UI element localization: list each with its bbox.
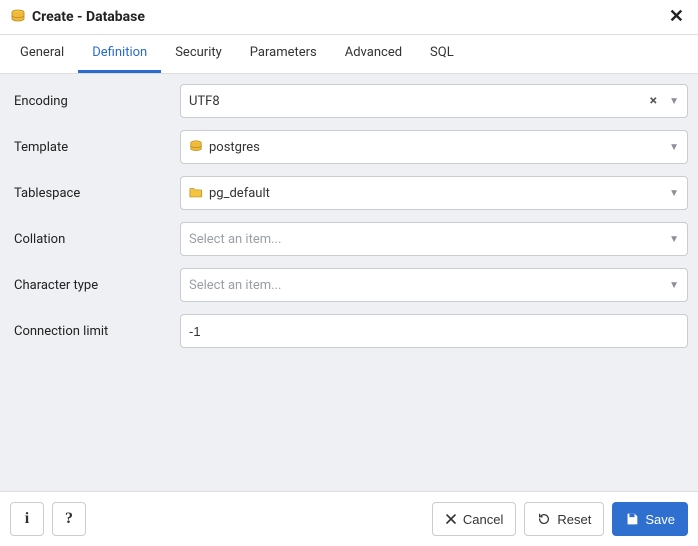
reset-label: Reset [557,512,591,527]
tablespace-select[interactable]: pg_default ▼ [180,176,688,210]
ctype-placeholder: Select an item... [189,278,663,293]
close-icon[interactable]: ✕ [665,8,688,26]
tablespace-value: pg_default [209,186,270,201]
tabs-bar: General Definition Security Parameters A… [0,35,698,74]
close-icon [445,513,457,525]
row-template: Template postgres ▼ [10,130,688,164]
folder-icon [189,186,203,200]
label-encoding: Encoding [10,94,180,109]
tab-advanced[interactable]: Advanced [331,35,416,73]
dialog-titlebar: Create - Database ✕ [0,0,698,35]
database-icon [189,140,203,154]
row-collation: Collation Select an item... ▼ [10,222,688,256]
tab-parameters[interactable]: Parameters [236,35,331,73]
chevron-down-icon: ▼ [669,142,679,153]
connlimit-input[interactable] [189,324,679,339]
row-ctype: Character type Select an item... ▼ [10,268,688,302]
help-button[interactable]: ? [52,502,86,536]
tab-general[interactable]: General [6,35,78,73]
save-button[interactable]: Save [612,502,688,536]
chevron-down-icon: ▼ [669,96,679,107]
chevron-down-icon: ▼ [669,188,679,199]
label-ctype: Character type [10,278,180,293]
tab-definition[interactable]: Definition [78,35,161,73]
encoding-select[interactable]: UTF8 × ▼ [180,84,688,118]
dialog-footer: i ? Cancel Reset Save [0,491,698,546]
row-encoding: Encoding UTF8 × ▼ [10,84,688,118]
help-icon: ? [65,510,73,528]
tab-sql[interactable]: SQL [416,35,468,73]
reset-button[interactable]: Reset [524,502,604,536]
chevron-down-icon: ▼ [669,280,679,291]
label-tablespace: Tablespace [10,186,180,201]
encoding-value: UTF8 [189,94,650,109]
dialog-title: Create - Database [32,9,145,25]
save-icon [625,512,639,526]
collation-placeholder: Select an item... [189,232,663,247]
row-connlimit: Connection limit [10,314,688,348]
info-icon: i [25,510,29,528]
template-value: postgres [209,140,260,155]
database-icon [10,9,26,25]
label-template: Template [10,140,180,155]
clear-icon[interactable]: × [650,93,657,109]
reset-icon [537,512,551,526]
connlimit-input-wrap [180,314,688,348]
chevron-down-icon: ▼ [669,234,679,245]
tab-security[interactable]: Security [161,35,236,73]
row-tablespace: Tablespace pg_default ▼ [10,176,688,210]
cancel-button[interactable]: Cancel [432,502,516,536]
cancel-label: Cancel [463,512,503,527]
save-label: Save [645,512,675,527]
ctype-select[interactable]: Select an item... ▼ [180,268,688,302]
info-button[interactable]: i [10,502,44,536]
collation-select[interactable]: Select an item... ▼ [180,222,688,256]
template-select[interactable]: postgres ▼ [180,130,688,164]
label-collation: Collation [10,232,180,247]
label-connlimit: Connection limit [10,324,180,339]
form-body: Encoding UTF8 × ▼ Template [0,74,698,491]
